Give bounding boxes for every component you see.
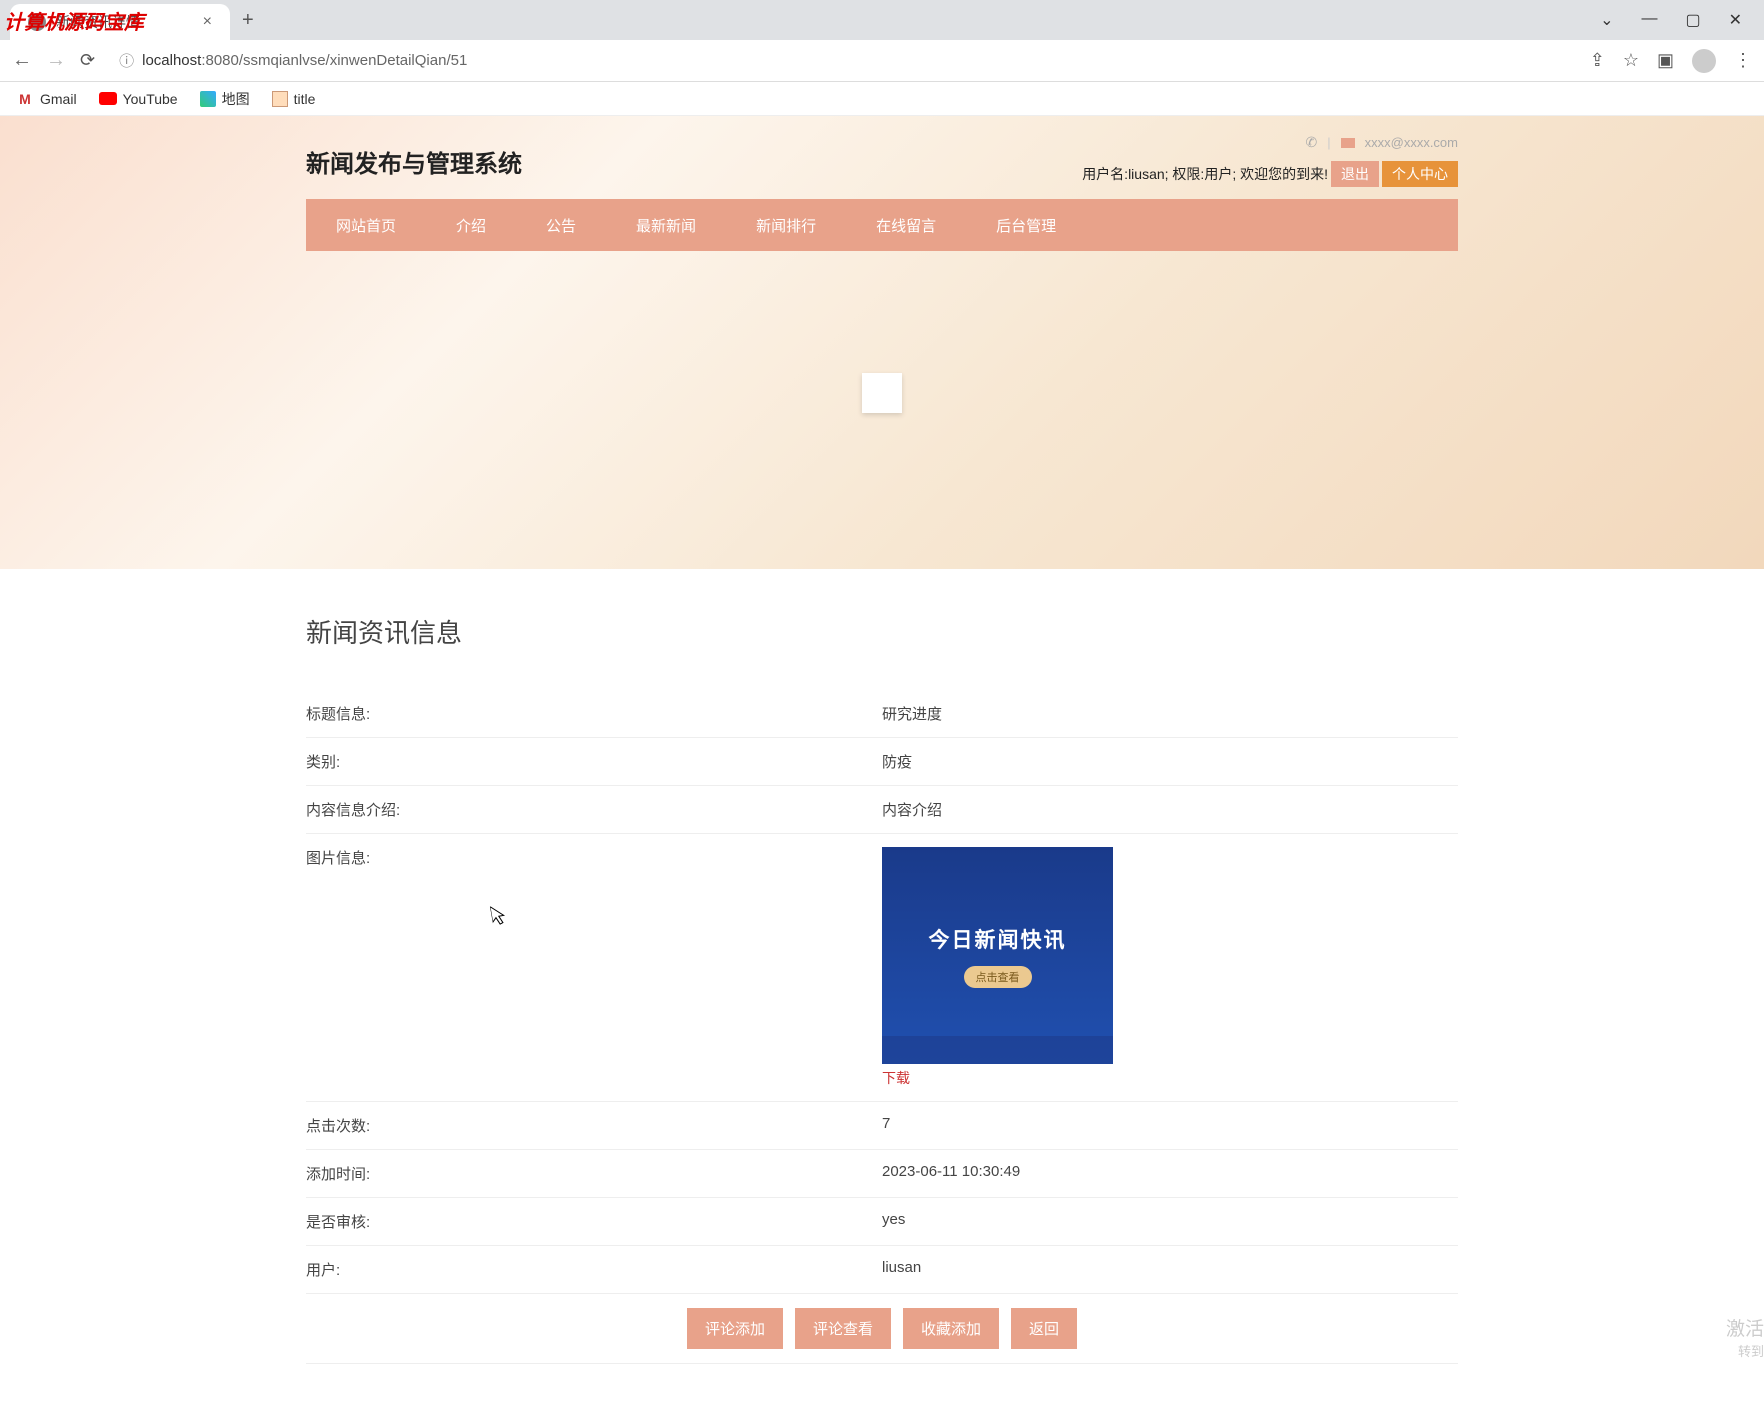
back-button[interactable]: 返回: [1011, 1308, 1077, 1349]
value-title: 研究进度: [882, 703, 1458, 724]
user-info-text: 用户名:liusan; 权限:用户; 欢迎您的到来!: [1082, 164, 1328, 184]
profile-button[interactable]: 个人中心: [1382, 161, 1458, 187]
bookmark-label: title: [294, 91, 316, 107]
nav-message[interactable]: 在线留言: [846, 215, 966, 236]
windows-activation-watermark: 激活 转到: [1726, 1314, 1764, 1360]
bookmark-label: Gmail: [40, 91, 77, 107]
nav-intro[interactable]: 介绍: [426, 215, 516, 236]
comment-view-button[interactable]: 评论查看: [795, 1308, 891, 1349]
carousel-indicator[interactable]: [862, 373, 902, 413]
maximize-icon[interactable]: ▢: [1685, 10, 1700, 30]
bookmark-title[interactable]: title: [272, 91, 316, 107]
menu-icon[interactable]: ⋮: [1734, 50, 1752, 71]
label-content: 内容信息介绍:: [306, 799, 882, 820]
row-clicks: 点击次数: 7: [306, 1102, 1458, 1150]
label-title: 标题信息:: [306, 703, 882, 724]
bookmarks-bar: M Gmail YouTube 地图 title: [0, 82, 1764, 116]
forward-button[interactable]: →: [46, 49, 66, 72]
activation-line2: 转到: [1726, 1341, 1764, 1360]
new-tab-button[interactable]: +: [242, 9, 254, 32]
action-row: 评论添加 评论查看 收藏添加 返回: [306, 1294, 1458, 1364]
dropdown-icon[interactable]: ⌄: [1600, 10, 1613, 30]
divider: |: [1327, 135, 1330, 150]
nav-rank[interactable]: 新闻排行: [726, 215, 846, 236]
share-icon[interactable]: ⇪: [1590, 50, 1605, 71]
row-content: 内容信息介绍: 内容介绍: [306, 786, 1458, 834]
value-clicks: 7: [882, 1115, 1458, 1136]
youtube-icon: [99, 92, 117, 105]
value-user: liusan: [882, 1259, 1458, 1280]
value-audit: yes: [882, 1211, 1458, 1232]
watermark-text: 计算机源码宝库: [4, 6, 144, 35]
site-title: 新闻发布与管理系统: [306, 144, 522, 179]
browser-toolbar: ← → ⟳ ⓘ localhost:8080/ssmqianlvse/xinwe…: [0, 40, 1764, 82]
window-controls: ⌄ — ▢ ✕: [1600, 10, 1764, 30]
page-heading: 新闻资讯信息: [306, 613, 1458, 650]
email-text: xxxx@xxxx.com: [1365, 135, 1458, 150]
favorite-add-button[interactable]: 收藏添加: [903, 1308, 999, 1349]
title-icon: [272, 91, 288, 107]
bookmark-label: YouTube: [123, 91, 178, 107]
label-category: 类别:: [306, 751, 882, 772]
news-thumbnail[interactable]: 今日新闻快讯 点击查看: [882, 847, 1113, 1064]
value-image: 今日新闻快讯 点击查看 下载: [882, 847, 1458, 1088]
thumbnail-caption: 今日新闻快讯: [929, 924, 1067, 954]
maps-icon: [200, 91, 216, 107]
row-title: 标题信息: 研究进度: [306, 690, 1458, 738]
thumbnail-button: 点击查看: [964, 966, 1032, 988]
toolbar-right: ⇪ ☆ ▣ ⋮: [1590, 49, 1752, 73]
value-content: 内容介绍: [882, 799, 1458, 820]
nav-latest[interactable]: 最新新闻: [606, 215, 726, 236]
logout-button[interactable]: 退出: [1331, 161, 1379, 187]
site-info-icon[interactable]: ⓘ: [119, 50, 134, 71]
hero-banner: 新闻发布与管理系统 ✆ | xxxx@xxxx.com 用户名:liusan; …: [0, 116, 1764, 569]
mail-icon: [1341, 138, 1355, 148]
bookmark-label: 地图: [222, 89, 250, 109]
row-category: 类别: 防疫: [306, 738, 1458, 786]
panel-icon[interactable]: ▣: [1657, 50, 1674, 71]
close-icon[interactable]: ✕: [1729, 10, 1742, 30]
thumbnail-skyline: [882, 1036, 1113, 1064]
gmail-icon: M: [16, 92, 34, 106]
value-category: 防疫: [882, 751, 1458, 772]
content-area: 新闻资讯信息 标题信息: 研究进度 类别: 防疫 内容信息介绍: 内容介绍 图片…: [306, 569, 1458, 1408]
back-button[interactable]: ←: [12, 49, 32, 72]
bookmark-gmail[interactable]: M Gmail: [16, 91, 77, 107]
row-audit: 是否审核: yes: [306, 1198, 1458, 1246]
row-addtime: 添加时间: 2023-06-11 10:30:49: [306, 1150, 1458, 1198]
label-image: 图片信息:: [306, 847, 882, 1088]
bookmark-youtube[interactable]: YouTube: [99, 91, 178, 107]
contact-block: ✆ | xxxx@xxxx.com 用户名:liusan; 权限:用户; 欢迎您…: [1082, 134, 1458, 187]
bookmark-maps[interactable]: 地图: [200, 89, 250, 109]
nav-notice[interactable]: 公告: [516, 215, 606, 236]
label-clicks: 点击次数:: [306, 1115, 882, 1136]
minimize-icon[interactable]: —: [1641, 10, 1657, 30]
nav-admin[interactable]: 后台管理: [966, 215, 1086, 236]
row-user: 用户: liusan: [306, 1246, 1458, 1294]
value-addtime: 2023-06-11 10:30:49: [882, 1163, 1458, 1184]
download-link[interactable]: 下载: [882, 1068, 910, 1088]
activation-line1: 激活: [1726, 1314, 1764, 1341]
url-text: localhost:8080/ssmqianlvse/xinwenDetailQ…: [142, 52, 467, 69]
tab-close-icon[interactable]: ×: [203, 13, 212, 31]
star-icon[interactable]: ☆: [1623, 50, 1639, 71]
main-nav: 网站首页 介绍 公告 最新新闻 新闻排行 在线留言 后台管理: [306, 199, 1458, 251]
comment-add-button[interactable]: 评论添加: [687, 1308, 783, 1349]
profile-avatar[interactable]: [1692, 49, 1716, 73]
nav-home[interactable]: 网站首页: [306, 215, 426, 236]
phone-icon: ✆: [1306, 134, 1318, 151]
browser-tab-bar: 新闻资讯详情 × + ⌄ — ▢ ✕: [0, 0, 1764, 40]
label-addtime: 添加时间:: [306, 1163, 882, 1184]
label-audit: 是否审核:: [306, 1211, 882, 1232]
label-user: 用户:: [306, 1259, 882, 1280]
row-image: 图片信息: 今日新闻快讯 点击查看 下载: [306, 834, 1458, 1102]
address-bar[interactable]: ⓘ localhost:8080/ssmqianlvse/xinwenDetai…: [109, 50, 1576, 71]
refresh-button[interactable]: ⟳: [80, 50, 95, 71]
